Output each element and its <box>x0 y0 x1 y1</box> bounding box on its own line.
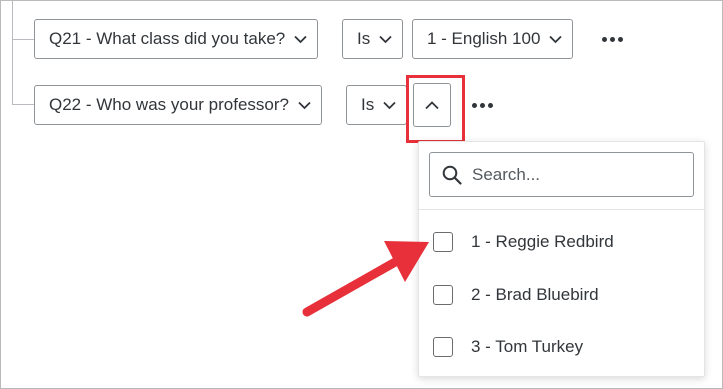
checkbox-icon[interactable] <box>433 285 453 305</box>
option-label: 3 - Tom Turkey <box>471 337 584 356</box>
option-reggie-redbird[interactable]: 1 - Reggie Redbird <box>433 230 614 254</box>
chevron-down-icon <box>383 101 396 110</box>
value-select-label: 1 - English 100 <box>427 29 541 48</box>
search-placeholder: Search... <box>472 164 541 184</box>
option-brad-bluebird[interactable]: 2 - Brad Bluebird <box>433 283 599 307</box>
more-options-icon[interactable] <box>472 103 493 108</box>
operator-select-q21[interactable]: Is <box>342 19 404 59</box>
chevron-down-icon <box>549 35 563 44</box>
value-dropdown-menu: Search... 1 - Reggie Redbird 2 - Brad Bl… <box>418 141 705 377</box>
chevron-down-icon <box>298 101 311 110</box>
option-tom-turkey[interactable]: 3 - Tom Turkey <box>433 335 583 359</box>
option-label: 2 - Brad Bluebird <box>471 285 599 304</box>
divider <box>419 209 704 210</box>
checkbox-icon[interactable] <box>433 337 453 357</box>
operator-select-label: Is <box>357 29 371 48</box>
logic-panel: Q21 - What class did you take? Is 1 - En… <box>0 0 723 389</box>
operator-select-q22[interactable]: Is <box>346 85 408 125</box>
search-input[interactable]: Search... <box>429 152 694 197</box>
tree-connector <box>12 1 13 104</box>
chevron-down-icon <box>294 35 307 44</box>
value-select-q21[interactable]: 1 - English 100 <box>412 19 574 59</box>
checkbox-icon[interactable] <box>433 232 453 252</box>
question-select-q21[interactable]: Q21 - What class did you take? <box>34 19 319 59</box>
more-options-icon[interactable] <box>602 37 623 42</box>
search-icon <box>442 165 462 185</box>
operator-select-label: Is <box>361 95 375 114</box>
question-select-label: Q22 - Who was your professor? <box>49 95 289 114</box>
tree-connector-branch <box>12 39 34 40</box>
tree-connector-branch <box>12 104 34 105</box>
highlight-box <box>406 75 465 143</box>
option-label: 1 - Reggie Redbird <box>471 232 614 251</box>
chevron-down-icon <box>379 35 392 44</box>
question-select-label: Q21 - What class did you take? <box>49 29 286 48</box>
question-select-q22[interactable]: Q22 - Who was your professor? <box>34 85 322 125</box>
